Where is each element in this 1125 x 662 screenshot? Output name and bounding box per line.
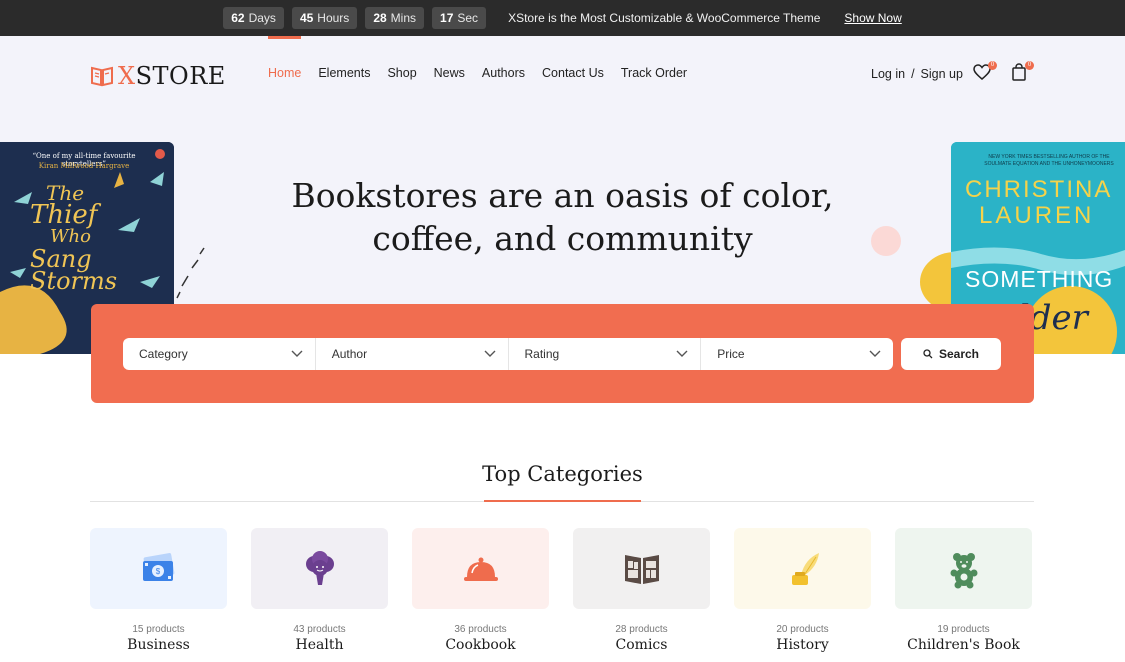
- countdown-sec-value: 17: [440, 11, 454, 25]
- nav-track-order[interactable]: Track Order: [621, 66, 687, 80]
- hero-headline-line-1: Bookstores are an oasis of color,: [291, 176, 834, 215]
- nav-news[interactable]: News: [434, 66, 465, 80]
- category-count: 28 products: [615, 624, 668, 635]
- account-separator: /: [911, 67, 915, 81]
- chevron-down-icon: [869, 350, 881, 357]
- login-link[interactable]: Log in: [871, 67, 905, 81]
- countdown-days: 62 Days: [223, 7, 284, 29]
- cart-count-badge: 0: [1025, 61, 1034, 70]
- category-list: $ 15 products Business 43 products Healt…: [90, 528, 1034, 653]
- category-cookbook[interactable]: 36 products Cookbook: [412, 528, 549, 653]
- wishlist-count-badge: 0: [988, 61, 997, 70]
- rating-select-label: Rating: [524, 347, 560, 361]
- category-comics[interactable]: 28 products Comics: [573, 528, 710, 653]
- countdown-hours-value: 45: [299, 11, 314, 25]
- countdown-mins: 28 Mins: [365, 7, 425, 29]
- countdown-sec-unit: Sec: [457, 11, 479, 25]
- countdown-days-value: 62: [231, 11, 245, 25]
- price-select[interactable]: Price: [701, 338, 893, 370]
- main-nav: Home Elements Shop News Authors Contact …: [268, 36, 687, 80]
- quill-ink-icon: [791, 552, 819, 585]
- category-childrens-book[interactable]: 19 products Children's Book: [895, 528, 1032, 653]
- countdown-hours: 45 Hours: [291, 7, 358, 29]
- author-select-label: Author: [331, 347, 368, 361]
- nav-elements[interactable]: Elements: [318, 66, 370, 80]
- account-links: Log in / Sign up: [871, 67, 963, 81]
- logo[interactable]: XSTORE: [90, 62, 226, 90]
- category-health[interactable]: 43 products Health: [251, 528, 388, 653]
- hero-headline-line-2: coffee, and community: [372, 219, 753, 258]
- search-icon: [923, 349, 933, 359]
- category-name: Health: [295, 637, 344, 653]
- book-search-panel: Category Author Rating Price Search: [91, 304, 1034, 403]
- countdown-days-unit: Days: [248, 11, 276, 25]
- nav-authors[interactable]: Authors: [482, 66, 525, 80]
- signup-link[interactable]: Sign up: [921, 67, 963, 81]
- book-right-tagline: NEW YORK TIMES BESTSELLING AUTHOR OF THE…: [984, 154, 1114, 167]
- category-tile: [895, 528, 1032, 609]
- category-name: Comics: [615, 637, 668, 653]
- filter-bar: Category Author Rating Price: [123, 338, 893, 370]
- wishlist-button[interactable]: 0: [972, 61, 997, 84]
- money-icon: $: [142, 552, 174, 581]
- category-count: 36 products: [454, 624, 507, 635]
- rating-select[interactable]: Rating: [509, 338, 702, 370]
- svg-text:$: $: [155, 567, 160, 576]
- nav-shop[interactable]: Shop: [387, 66, 416, 80]
- countdown-bar: 62 Days 45 Hours 28 Mins 17 Sec XStore is th…: [0, 0, 1125, 36]
- category-select-label: Category: [139, 347, 188, 361]
- search-button-label: Search: [938, 347, 980, 361]
- hero-headline: Bookstores are an oasis of color, coffee…: [0, 174, 1125, 260]
- open-book-icon: [91, 66, 113, 87]
- category-tile: [573, 528, 710, 609]
- broccoli-icon: [305, 550, 334, 585]
- category-count: 43 products: [293, 624, 346, 635]
- section-divider-accent: [484, 500, 641, 502]
- countdown-hours-unit: Hours: [317, 11, 350, 25]
- category-history[interactable]: 20 products History: [734, 528, 871, 653]
- countdown-sec: 17 Sec: [432, 7, 487, 29]
- category-count: 20 products: [776, 624, 829, 635]
- category-count: 19 products: [937, 624, 990, 635]
- category-select[interactable]: Category: [123, 338, 316, 370]
- book-right-title-line-1: SOMETHING: [965, 266, 1114, 292]
- logo-wordmark: XSTORE: [118, 62, 226, 90]
- chevron-down-icon: [484, 350, 495, 357]
- category-name: Cookbook: [445, 637, 516, 653]
- cart-button[interactable]: 0: [1009, 61, 1034, 84]
- author-select[interactable]: Author: [316, 338, 509, 370]
- teddy-bear-icon: [950, 552, 977, 588]
- top-categories-heading: Top Categories: [482, 462, 643, 486]
- logo-prefix: X: [118, 62, 136, 90]
- category-tile: [251, 528, 388, 609]
- price-select-label: Price: [717, 347, 745, 361]
- category-tile: $: [90, 528, 227, 609]
- comic-book-icon: [624, 554, 659, 584]
- show-now-link[interactable]: Show Now: [844, 11, 901, 25]
- category-name: Children's Book: [907, 637, 1020, 653]
- category-business[interactable]: $ 15 products Business: [90, 528, 227, 653]
- nav-contact-us[interactable]: Contact Us: [542, 66, 604, 80]
- nav-home[interactable]: Home: [268, 36, 302, 80]
- category-tile: [412, 528, 549, 609]
- category-name: Business: [127, 637, 190, 653]
- book-left-title-line-5: Storms: [30, 267, 118, 295]
- book-left-quote-author: Kiran Millwood Hargrave: [38, 162, 130, 170]
- cloche-icon: [463, 557, 498, 581]
- chevron-down-icon: [291, 350, 303, 357]
- logo-rest: STORE: [135, 62, 226, 90]
- category-tile: [734, 528, 871, 609]
- countdown-mins-unit: Mins: [390, 11, 417, 25]
- promo-text: XStore is the Most Customizable & WooCom…: [508, 11, 821, 25]
- category-name: History: [776, 637, 829, 653]
- search-button[interactable]: Search: [901, 338, 1001, 370]
- category-count: 15 products: [132, 624, 185, 635]
- countdown-mins-value: 28: [373, 11, 387, 25]
- chevron-down-icon: [676, 350, 688, 357]
